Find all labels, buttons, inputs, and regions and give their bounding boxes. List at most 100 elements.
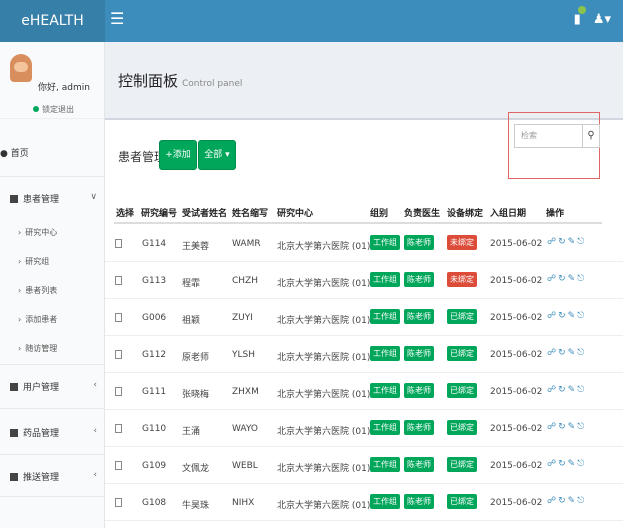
group-badge[interactable]: 工作组 — [370, 309, 400, 324]
refresh-icon[interactable]: ↻ — [558, 237, 568, 247]
doctor-badge[interactable]: 陈老师 — [404, 346, 434, 361]
row-checkbox[interactable] — [115, 424, 122, 433]
refresh-icon[interactable]: ↻ — [558, 496, 568, 506]
edit-icon[interactable]: ✎ — [568, 385, 578, 395]
table-row[interactable]: G114 王美蓉 WAMR 北京大学第六医院 (01) 工作组 陈老师 未绑定 2015-06… — [105, 225, 623, 262]
row-checkbox[interactable] — [115, 461, 122, 470]
trash-icon[interactable]: ⎋ — [577, 274, 586, 284]
row-actions[interactable]: ☍↻✎⎋ — [547, 422, 586, 432]
group-badge[interactable]: 工作组 — [370, 272, 400, 287]
doctor-badge[interactable]: 陈老师 — [404, 494, 434, 509]
lock-icon[interactable]: ☍ — [547, 422, 558, 432]
sidebar-item-drug-mgmt[interactable]: 药品管理 ‹ — [0, 426, 105, 439]
row-checkbox[interactable] — [115, 239, 122, 248]
lock-icon[interactable]: ☍ — [547, 311, 558, 321]
row-actions[interactable]: ☍↻✎⎋ — [547, 496, 586, 506]
edit-icon[interactable]: ✎ — [568, 274, 578, 284]
device-status-badge[interactable]: 已绑定 — [447, 309, 477, 324]
sidebar-subitem-add-patient[interactable]: › 添加患者 — [0, 314, 105, 325]
sidebar-item-push-mgmt[interactable]: 推送管理 ‹ — [0, 470, 105, 483]
refresh-icon[interactable]: ↻ — [558, 459, 568, 469]
table-row[interactable]: G108 牛昊珠 NIHX 北京大学第六医院 (01) 工作组 陈老师 已绑定 2015-06… — [105, 484, 623, 521]
row-actions[interactable]: ☍↻✎⎋ — [547, 348, 586, 358]
row-actions[interactable]: ☍↻✎⎋ — [547, 311, 586, 321]
row-checkbox[interactable] — [115, 498, 122, 507]
lock-icon[interactable]: ☍ — [547, 274, 558, 284]
device-status-badge[interactable]: 已绑定 — [447, 494, 477, 509]
lock-icon[interactable]: ☍ — [547, 459, 558, 469]
trash-icon[interactable]: ⎋ — [577, 348, 586, 358]
sidebar-item-home[interactable]: ● 首页 — [0, 146, 105, 159]
group-badge[interactable]: 工作组 — [370, 346, 400, 361]
lock-icon[interactable]: ☍ — [547, 237, 558, 247]
trash-icon[interactable]: ⎋ — [577, 385, 586, 395]
edit-icon[interactable]: ✎ — [568, 496, 578, 506]
table-row[interactable]: G109 文佩龙 WEBL 北京大学第六医院 (01) 工作组 陈老师 已绑定 2015-06… — [105, 447, 623, 484]
device-status-badge[interactable]: 已绑定 — [447, 346, 477, 361]
row-actions[interactable]: ☍↻✎⎋ — [547, 237, 586, 247]
doctor-badge[interactable]: 陈老师 — [404, 420, 434, 435]
refresh-icon[interactable]: ↻ — [558, 385, 568, 395]
search-input[interactable]: 检索 — [514, 124, 582, 148]
device-status-badge[interactable]: 已绑定 — [447, 457, 477, 472]
trash-icon[interactable]: ⎋ — [577, 237, 586, 247]
row-checkbox[interactable] — [115, 276, 122, 285]
doctor-badge[interactable]: 陈老师 — [404, 457, 434, 472]
edit-icon[interactable]: ✎ — [568, 348, 578, 358]
doctor-badge[interactable]: 陈老师 — [404, 383, 434, 398]
table-row[interactable]: G006 祖颖 ZUYI 北京大学第六医院 (01) 工作组 陈老师 已绑定 2015-06-… — [105, 299, 623, 336]
lock-icon[interactable]: ☍ — [547, 385, 558, 395]
hamburger-icon[interactable]: ☰ — [110, 9, 124, 28]
row-actions[interactable]: ☍↻✎⎋ — [547, 385, 586, 395]
edit-icon[interactable]: ✎ — [568, 237, 578, 247]
sidebar-subitem-research-group[interactable]: › 研究组 — [0, 256, 105, 267]
group-badge[interactable]: 工作组 — [370, 383, 400, 398]
table-row[interactable]: G112 原老师 YLSH 北京大学第六医院 (01) 工作组 陈老师 已绑定 2015-06… — [105, 336, 623, 373]
group-badge[interactable]: 工作组 — [370, 420, 400, 435]
sidebar-subitem-patient-list[interactable]: › 患者列表 — [0, 285, 105, 296]
group-badge[interactable]: 工作组 — [370, 235, 400, 250]
row-actions[interactable]: ☍↻✎⎋ — [547, 459, 586, 469]
doctor-badge[interactable]: 陈老师 — [404, 309, 434, 324]
edit-icon[interactable]: ✎ — [568, 311, 578, 321]
user-status[interactable]: 锁定退出 — [33, 104, 74, 115]
doctor-badge[interactable]: 陈老师 — [404, 272, 434, 287]
search-icon[interactable]: ⚲ — [582, 124, 600, 148]
trash-icon[interactable]: ⎋ — [577, 422, 586, 432]
lock-icon[interactable]: ☍ — [547, 496, 558, 506]
refresh-icon[interactable]: ↻ — [558, 348, 568, 358]
device-status-badge[interactable]: 已绑定 — [447, 383, 477, 398]
refresh-icon[interactable]: ↻ — [558, 274, 568, 284]
filter-all-dropdown[interactable]: 全部 ▾ — [198, 140, 236, 170]
device-status-badge[interactable]: 已绑定 — [447, 420, 477, 435]
trash-icon[interactable]: ⎋ — [577, 496, 586, 506]
sidebar-item-user-mgmt[interactable]: 用户管理 ‹ — [0, 380, 105, 393]
edit-icon[interactable]: ✎ — [568, 459, 578, 469]
sidebar-item-label: 用户管理 — [23, 383, 60, 393]
add-button[interactable]: +添加 — [159, 140, 197, 170]
group-badge[interactable]: 工作组 — [370, 457, 400, 472]
sidebar-item-patient-mgmt[interactable]: 患者管理 ∨ — [0, 192, 105, 205]
battery-icon[interactable]: ▮ — [574, 6, 586, 27]
edit-icon[interactable]: ✎ — [568, 422, 578, 432]
app-logo[interactable]: eHEALTH — [0, 0, 105, 42]
row-checkbox[interactable] — [115, 313, 122, 322]
trash-icon[interactable]: ⎋ — [577, 311, 586, 321]
row-checkbox[interactable] — [115, 350, 122, 359]
sidebar-subitem-research-center[interactable]: › 研究中心 — [0, 227, 105, 238]
device-status-badge[interactable]: 未绑定 — [447, 272, 477, 287]
row-actions[interactable]: ☍↻✎⎋ — [547, 274, 586, 284]
table-row[interactable]: G113 程霏 CHZH 北京大学第六医院 (01) 工作组 陈老师 未绑定 2015-06-… — [105, 262, 623, 299]
device-status-badge[interactable]: 未绑定 — [447, 235, 477, 250]
sidebar-subitem-followup[interactable]: › 随访管理 — [0, 343, 105, 354]
refresh-icon[interactable]: ↻ — [558, 422, 568, 432]
user-icon[interactable]: ♟▾ — [593, 12, 611, 27]
row-checkbox[interactable] — [115, 387, 122, 396]
group-badge[interactable]: 工作组 — [370, 494, 400, 509]
doctor-badge[interactable]: 陈老师 — [404, 235, 434, 250]
table-row[interactable]: G111 张晓梅 ZHXM 北京大学第六医院 (01) 工作组 陈老师 已绑定 2015-06… — [105, 373, 623, 410]
lock-icon[interactable]: ☍ — [547, 348, 558, 358]
table-row[interactable]: G110 王涌 WAYO 北京大学第六医院 (01) 工作组 陈老师 已绑定 2015-06-… — [105, 410, 623, 447]
refresh-icon[interactable]: ↻ — [558, 311, 568, 321]
trash-icon[interactable]: ⎋ — [577, 459, 586, 469]
